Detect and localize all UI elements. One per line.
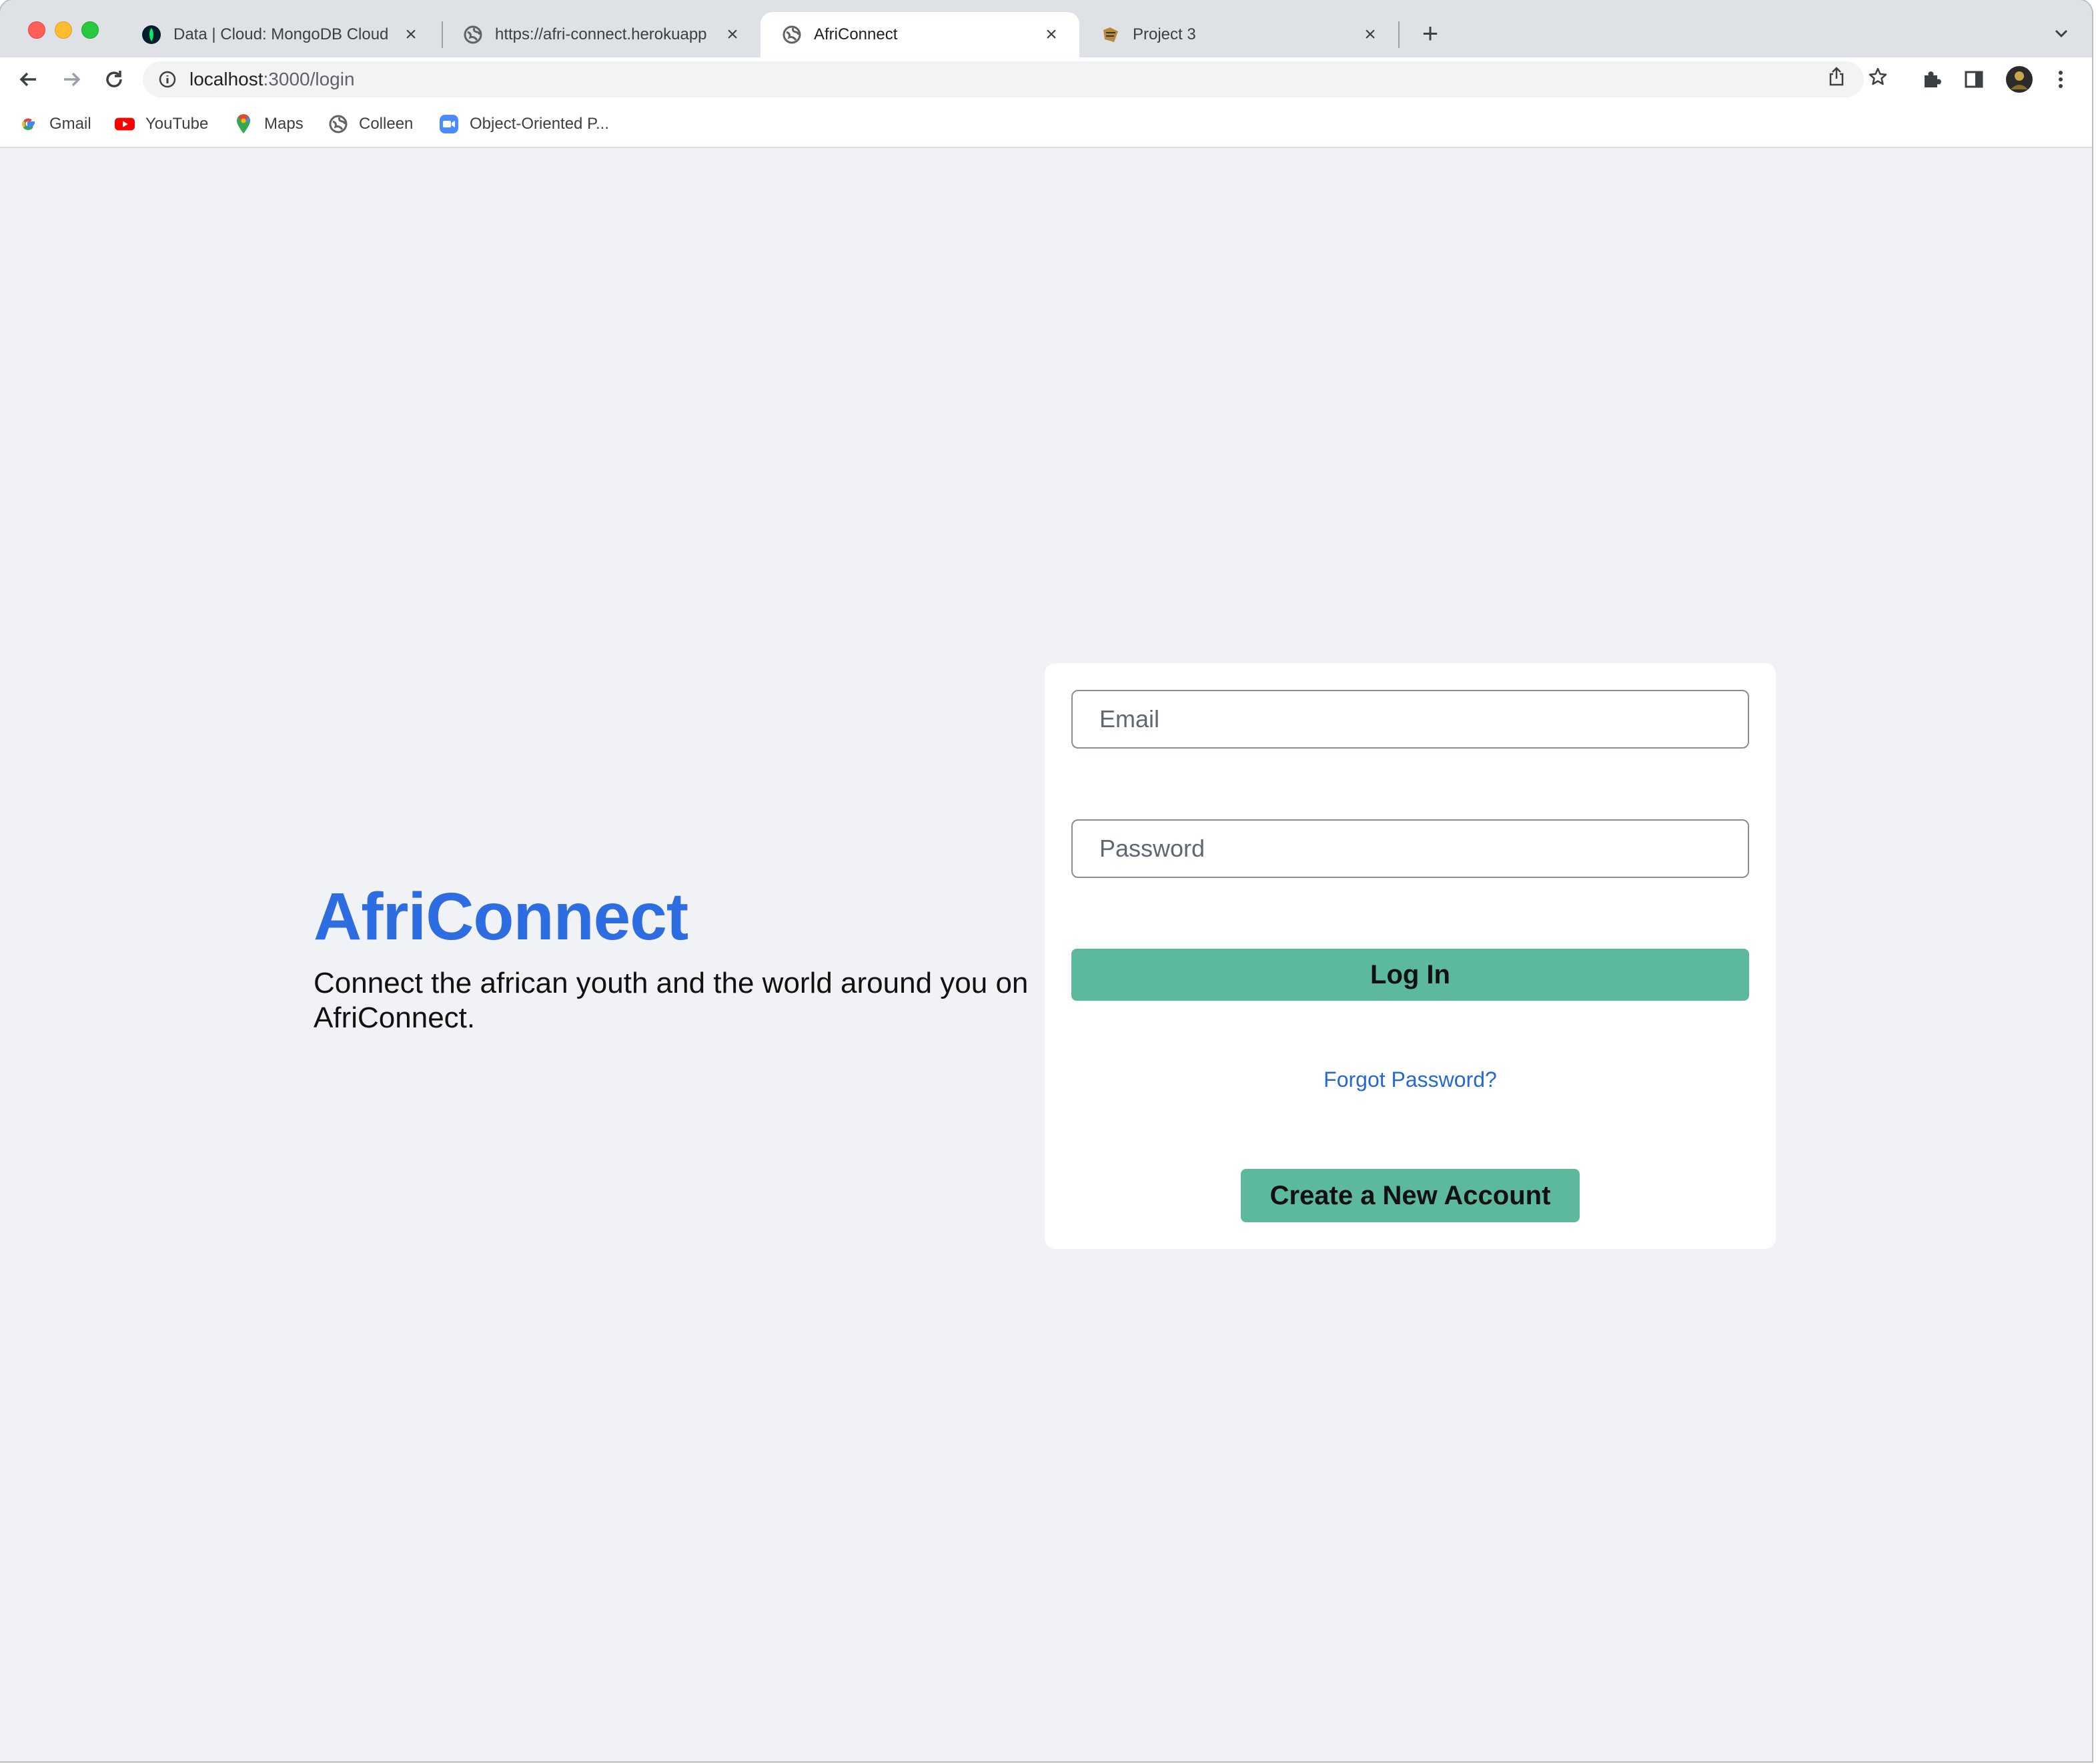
close-tab-icon[interactable]: × [1358,23,1382,47]
url-text[interactable]: localhost:3000/login [189,69,355,90]
bookmark-label: Object-Oriented P... [470,115,609,133]
password-input[interactable] [1071,819,1749,878]
minimize-window-button[interactable] [55,21,72,39]
tab-title: Data | Cloud: MongoDB Cloud [173,25,389,43]
new-tab-button[interactable]: + [1416,17,1445,49]
close-tab-icon[interactable]: × [1039,23,1063,47]
tab-title: Project 3 [1133,25,1196,43]
bookmark-label: Colleen [359,115,414,133]
profile-avatar[interactable] [2005,65,2033,93]
bookmark-label: Gmail [49,115,91,133]
tab-project-3[interactable]: Project 3 × [1079,12,1398,57]
youtube-icon [115,114,135,134]
forward-arrow-icon[interactable] [55,63,88,96]
bookmark-label: YouTube [145,115,209,133]
tab-afri-connect-heroku[interactable]: https://afri-connect.herokuapp × [442,12,760,57]
login-page: AfriConnect Connect the african youth an… [0,148,2092,1761]
bookmark-youtube[interactable]: YouTube [115,111,208,137]
mongodb-leaf-icon [141,25,161,45]
google-icon [19,114,39,134]
close-tab-icon[interactable]: × [399,23,423,47]
email-input[interactable] [1071,690,1749,749]
close-tab-icon[interactable]: × [720,23,744,47]
tab-title: https://afri-connect.herokuapp [495,25,707,43]
tab-africonnect[interactable]: AfriConnect × [760,12,1079,57]
project-icon [1101,25,1121,45]
forgot-password-link[interactable]: Forgot Password? [1045,1067,1776,1092]
maximize-window-button[interactable] [81,21,99,39]
tab-separator [1398,21,1400,48]
share-icon[interactable] [1826,67,1847,87]
login-card: Log In Forgot Password? Create a New Acc… [1045,663,1776,1249]
tab-search-chevron-icon[interactable] [2048,20,2075,47]
create-account-button[interactable]: Create a New Account [1241,1169,1580,1222]
login-button[interactable]: Log In [1071,949,1749,1001]
brand-tagline: Connect the african youth and the world … [314,967,1029,1034]
bookmark-maps[interactable]: Maps [233,111,304,137]
back-arrow-icon[interactable] [12,63,45,96]
tab-title: AfriConnect [814,25,898,43]
close-window-button[interactable] [28,21,45,39]
globe-icon [782,25,802,45]
address-bar[interactable]: localhost:3000/login [143,61,1864,97]
reload-icon[interactable] [97,63,131,96]
bookmark-star-icon[interactable] [1868,67,1888,87]
bookmark-object-oriented[interactable]: Object-Oriented P... [439,111,609,137]
bookmark-colleen[interactable]: Colleen [328,111,413,137]
tab-strip: Data | Cloud: MongoDB Cloud × https://af… [0,0,2092,57]
bookmark-gmail[interactable]: Gmail [19,111,91,137]
url-path: :3000/login [263,69,355,89]
bookmark-label: Maps [264,115,304,133]
site-info-icon[interactable] [157,69,177,89]
brand-title: AfriConnect [314,879,688,954]
url-host: localhost [189,69,264,89]
browser-toolbar: localhost:3000/login [0,57,2092,101]
globe-icon [328,114,348,134]
browser-window: Data | Cloud: MongoDB Cloud × https://af… [0,0,2092,1761]
maps-pin-icon [233,114,253,134]
more-menu-icon[interactable] [2049,68,2072,91]
extensions-puzzle-icon[interactable] [1920,68,1943,91]
zoom-video-icon [439,114,459,134]
tab-mongodb[interactable]: Data | Cloud: MongoDB Cloud × [120,12,439,57]
side-panel-icon[interactable] [1963,68,1985,91]
bookmarks-bar: Gmail YouTube Maps Colleen Object-Orient… [0,101,2092,148]
globe-icon [463,25,483,45]
